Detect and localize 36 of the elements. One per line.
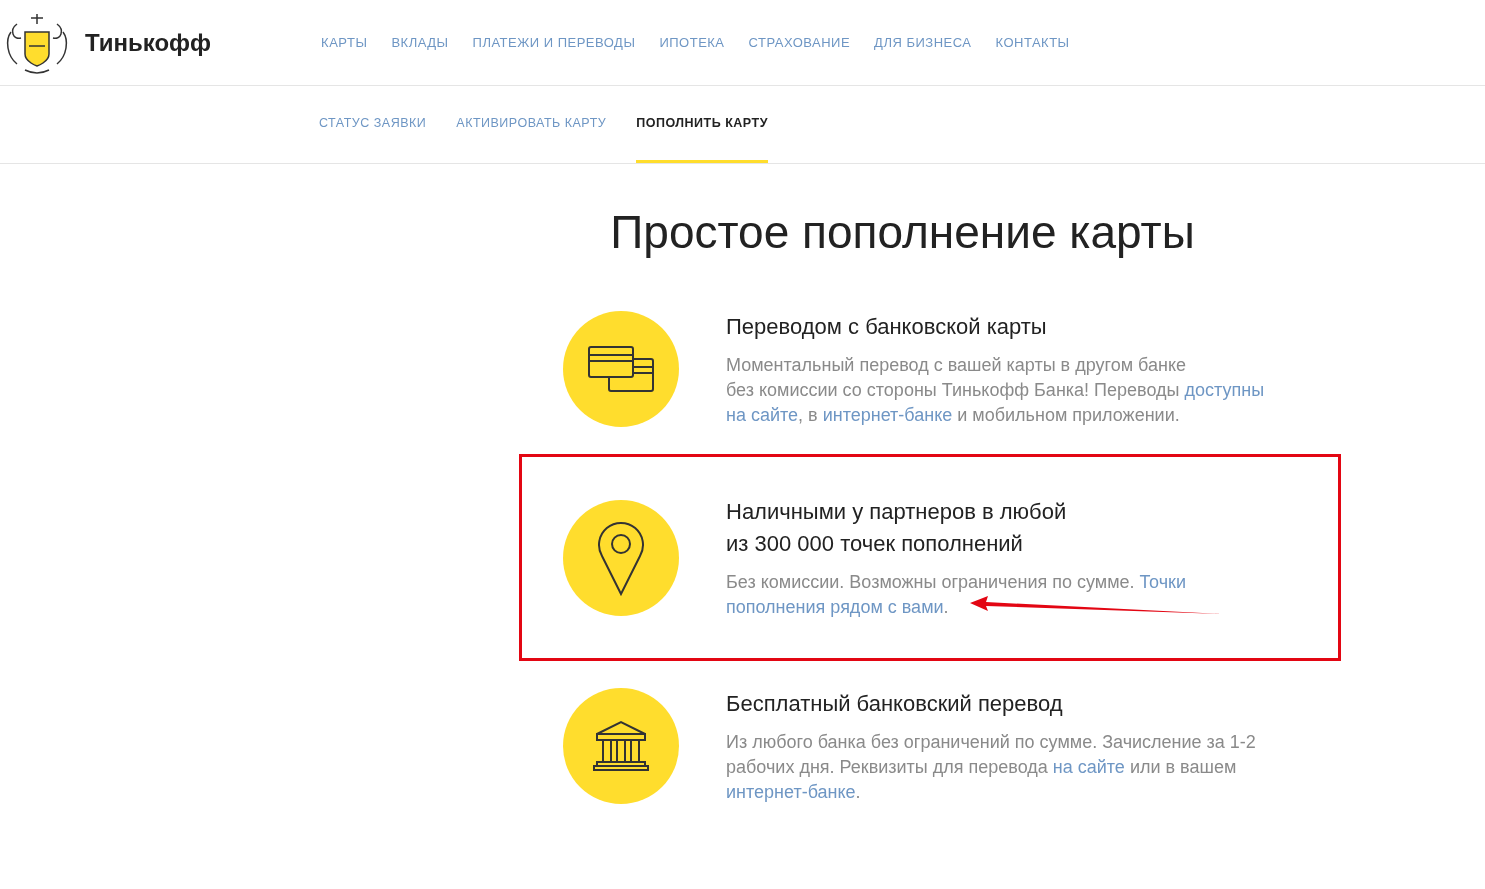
- cards-icon: [587, 345, 655, 393]
- description-text: Без комиссии. Возможны ограничения по сумме.: [726, 570, 1136, 594]
- description-text: и мобильном приложении.: [956, 403, 1180, 427]
- text-link[interactable]: на сайте: [1052, 754, 1125, 780]
- nav-link[interactable]: ПЛАТЕЖИ И ПЕРЕВОДЫ: [472, 32, 636, 53]
- nav-link[interactable]: КОНТАКТЫ: [995, 32, 1070, 53]
- description-text: Из любого банка без ограничений по сумме. Зачисление за 1-2: [726, 730, 1256, 754]
- text-link[interactable]: Точки: [1139, 569, 1187, 595]
- description-text: без комиссии со стороны Тинькофф Банка! Переводы: [726, 378, 1181, 402]
- nav-link[interactable]: КАРТЫ: [321, 32, 368, 53]
- method-title: Переводом с банковской карты: [726, 312, 1048, 341]
- brand-name: Тинькофф: [85, 27, 212, 58]
- method-title: Бесплатный банковский перевод: [726, 689, 1064, 718]
- method-title: Наличными у партнеров в любой: [726, 497, 1068, 526]
- page-title: Простое пополнение карты: [610, 205, 1195, 260]
- nav-link[interactable]: СТРАХОВАНИЕ: [748, 32, 851, 53]
- method-title: из 300 000 точек пополнений: [726, 529, 1024, 558]
- bank-building-icon: [593, 720, 649, 772]
- text-link[interactable]: на сайте: [726, 402, 799, 428]
- description-text: , в: [798, 403, 819, 427]
- map-pin-icon: [597, 519, 645, 596]
- nav-link[interactable]: ИПОТЕКА: [659, 32, 725, 53]
- description-text: .: [943, 595, 949, 619]
- description-text: .: [855, 780, 861, 804]
- text-link[interactable]: доступны: [1184, 377, 1265, 403]
- text-link[interactable]: интернет-банке: [726, 779, 856, 805]
- description-text: Моментальный перевод с вашей карты в другом банке: [726, 353, 1186, 377]
- subnav-tab[interactable]: СТАТУС ЗАЯВКИ: [319, 86, 427, 163]
- subnav-tab[interactable]: АКТИВИРОВАТЬ КАРТУ: [456, 86, 607, 163]
- nav-link[interactable]: ДЛЯ БИЗНЕСА: [874, 32, 972, 53]
- nav-link[interactable]: ВКЛАДЫ: [391, 32, 449, 53]
- description-text: рабочих дня. Реквизиты для перевода: [726, 755, 1049, 779]
- text-link[interactable]: интернет-банке: [822, 402, 953, 428]
- subnav-tab[interactable]: ПОПОЛНИТЬ КАРТУ: [636, 86, 768, 163]
- text-link[interactable]: пополнения рядом с вами: [726, 594, 944, 620]
- description-text: или в вашем: [1128, 755, 1237, 779]
